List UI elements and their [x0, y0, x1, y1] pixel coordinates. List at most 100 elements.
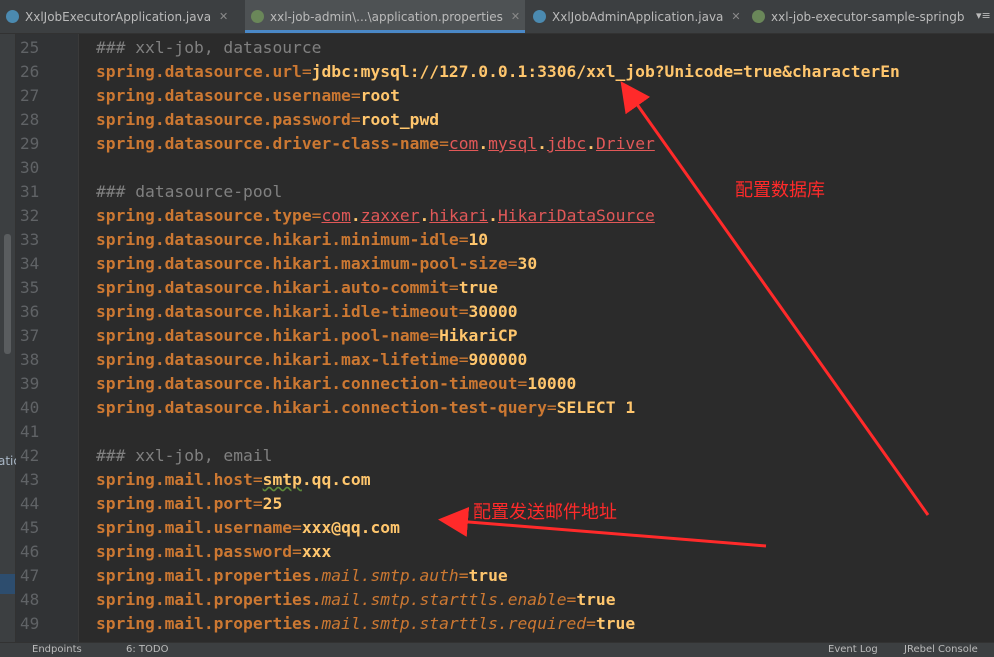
code-line[interactable]: spring.mail.host=smtp.qq.com — [96, 468, 371, 492]
code-line[interactable]: spring.datasource.hikari.connection-time… — [96, 372, 576, 396]
code-line[interactable]: spring.datasource.hikari.minimum-idle=10 — [96, 228, 488, 252]
code-token: = — [292, 542, 302, 561]
code-line[interactable]: spring.mail.port=25 — [96, 492, 282, 516]
line-number: 47 — [20, 566, 40, 585]
code-token: spring.datasource.hikari.max-lifetime — [96, 350, 459, 369]
code-token: spring.mail.properties. — [96, 590, 322, 609]
code-token: 30000 — [468, 302, 518, 321]
line-number: 33 — [20, 230, 40, 249]
line-number: 46 — [20, 542, 40, 561]
code-line[interactable]: ### xxl-job, email — [96, 444, 272, 468]
tab-3[interactable]: XxlJobAdminApplication.java ✕ — [527, 0, 745, 33]
code-token: mail.smtp.starttls.enable — [321, 590, 567, 609]
left-scroll-thumb[interactable] — [4, 234, 11, 354]
code-token: = — [507, 254, 518, 273]
code-token: com — [448, 134, 479, 153]
tab-label: XxlJobAdminApplication.java — [552, 9, 724, 24]
code-token: spring.mail.properties. — [96, 566, 322, 585]
tab-1[interactable]: XxlJobExecutorApplication.java ✕ — [0, 0, 244, 33]
line-number: 25 — [20, 38, 40, 57]
code-token: SELECT 1 — [556, 398, 636, 417]
tab-4[interactable]: xxl-job-executor-sample-springb — [746, 0, 976, 33]
code-token: HikariCP — [439, 326, 518, 345]
code-token: 10 — [468, 230, 489, 249]
code-line[interactable]: spring.mail.properties.mail.smtp.auth=tr… — [96, 564, 508, 588]
java-class-icon — [6, 10, 19, 23]
code-editor[interactable]: ### xxl-job, datasource spring.datasource… — [79, 34, 994, 642]
code-token: ### xxl-job, email — [96, 446, 273, 465]
code-token: mail.smtp.auth — [321, 566, 459, 585]
code-line[interactable]: spring.mail.username=xxx@qq.com — [96, 516, 400, 540]
line-number: 40 — [20, 398, 40, 417]
statusbar-item[interactable]: JRebel Console — [904, 644, 978, 655]
datasource-annotation: 配置数据库 — [735, 180, 825, 201]
code-token: xxx@qq.com — [301, 518, 400, 537]
statusbar-item[interactable]: 6: TODO — [126, 644, 168, 655]
line-number: 27 — [20, 86, 40, 105]
code-line[interactable]: spring.datasource.url=jdbc:mysql://127.0… — [96, 60, 900, 84]
code-line[interactable]: spring.mail.password=xxx — [96, 540, 331, 564]
line-number: 44 — [20, 494, 40, 513]
code-line[interactable]: spring.datasource.hikari.idle-timeout=30… — [96, 300, 518, 324]
line-number: 37 — [20, 326, 40, 345]
statusbar-item[interactable]: Event Log — [828, 644, 878, 655]
close-icon[interactable]: ✕ — [511, 10, 520, 23]
code-token: = — [517, 374, 528, 393]
editor-tab-bar: XxlJobExecutorApplication.java ✕ xxl-job-a… — [0, 0, 994, 34]
tab-overflow-icon[interactable]: ▾≡ — [976, 9, 991, 22]
statusbar-item[interactable]: Endpoints — [32, 644, 82, 655]
tab-label: xxl-job-admin\...\application.properties — [270, 9, 503, 24]
code-line[interactable]: spring.datasource.hikari.max-lifetime=90… — [96, 348, 527, 372]
code-token: hikari — [429, 206, 489, 225]
line-number: 43 — [20, 470, 40, 489]
code-token: spring.datasource.hikari.connection-test… — [96, 398, 547, 417]
code-line[interactable]: ### xxl-job, datasource — [96, 36, 321, 60]
code-token: spring.datasource.hikari.pool-name — [96, 326, 430, 345]
left-tool-strip: atic — [0, 34, 20, 642]
code-line[interactable]: spring.datasource.hikari.pool-name=Hikar… — [96, 324, 518, 348]
code-line[interactable]: spring.datasource.username=root — [96, 84, 400, 108]
code-token: spring.datasource.hikari.auto-commit — [96, 278, 449, 297]
code-token: root — [360, 86, 400, 105]
code-line[interactable]: spring.mail.properties.mail.smtp.starttl… — [96, 612, 635, 636]
close-icon[interactable]: ✕ — [219, 10, 228, 23]
code-token: . — [419, 206, 430, 225]
mail-annotation: 配置发送邮件地址 — [473, 502, 617, 523]
code-line[interactable]: spring.datasource.hikari.connection-test… — [96, 396, 635, 420]
close-icon[interactable]: ✕ — [731, 10, 740, 23]
code-line[interactable]: spring.datasource.hikari.maximum-pool-si… — [96, 252, 537, 276]
line-number: 30 — [20, 158, 40, 177]
code-line[interactable]: spring.mail.properties.mail.smtp.starttl… — [96, 588, 616, 612]
code-token: jdbc — [546, 134, 587, 153]
status-bar: Endpoints 6: TODO Event Log JRebel Console — [0, 642, 994, 657]
code-token: spring.datasource.password — [96, 110, 351, 129]
code-line[interactable]: spring.datasource.hikari.auto-commit=tru… — [96, 276, 498, 300]
side-selection-bar — [0, 574, 15, 594]
code-token: = — [311, 206, 322, 225]
code-token: spring.mail.password — [96, 542, 293, 561]
code-line[interactable]: spring.datasource.driver-class-name=com.… — [96, 132, 655, 156]
code-token: spring.datasource.username — [96, 86, 351, 105]
code-token: 900000 — [468, 350, 528, 369]
code-token: spring.datasource.url — [96, 62, 302, 81]
code-token: = — [252, 470, 263, 489]
code-token: = — [448, 278, 459, 297]
tab-label: XxlJobExecutorApplication.java — [25, 9, 212, 24]
code-token: = — [350, 86, 361, 105]
code-line[interactable]: spring.datasource.type=com.zaxxer.hikari… — [96, 204, 655, 228]
code-token: root_pwd — [360, 110, 440, 129]
code-token: . — [488, 206, 498, 225]
code-line[interactable]: ### datasource-pool — [96, 180, 282, 204]
code-token: spring.mail.host — [96, 470, 253, 489]
code-token: ### datasource-pool — [96, 182, 283, 201]
code-token: = — [458, 230, 469, 249]
code-token: = — [566, 590, 577, 609]
code-token: jdbc:mysql://127.0.0.1:3306/xxl_job?Unic… — [311, 62, 900, 81]
code-token: = — [292, 518, 302, 537]
code-line[interactable]: spring.datasource.password=root_pwd — [96, 108, 439, 132]
code-token: = — [439, 134, 449, 153]
code-token: spring.mail.properties. — [96, 614, 322, 633]
line-number: 28 — [20, 110, 40, 129]
tab-2[interactable]: xxl-job-admin\...\application.properties… — [245, 0, 525, 33]
code-token: xxx — [301, 542, 332, 561]
